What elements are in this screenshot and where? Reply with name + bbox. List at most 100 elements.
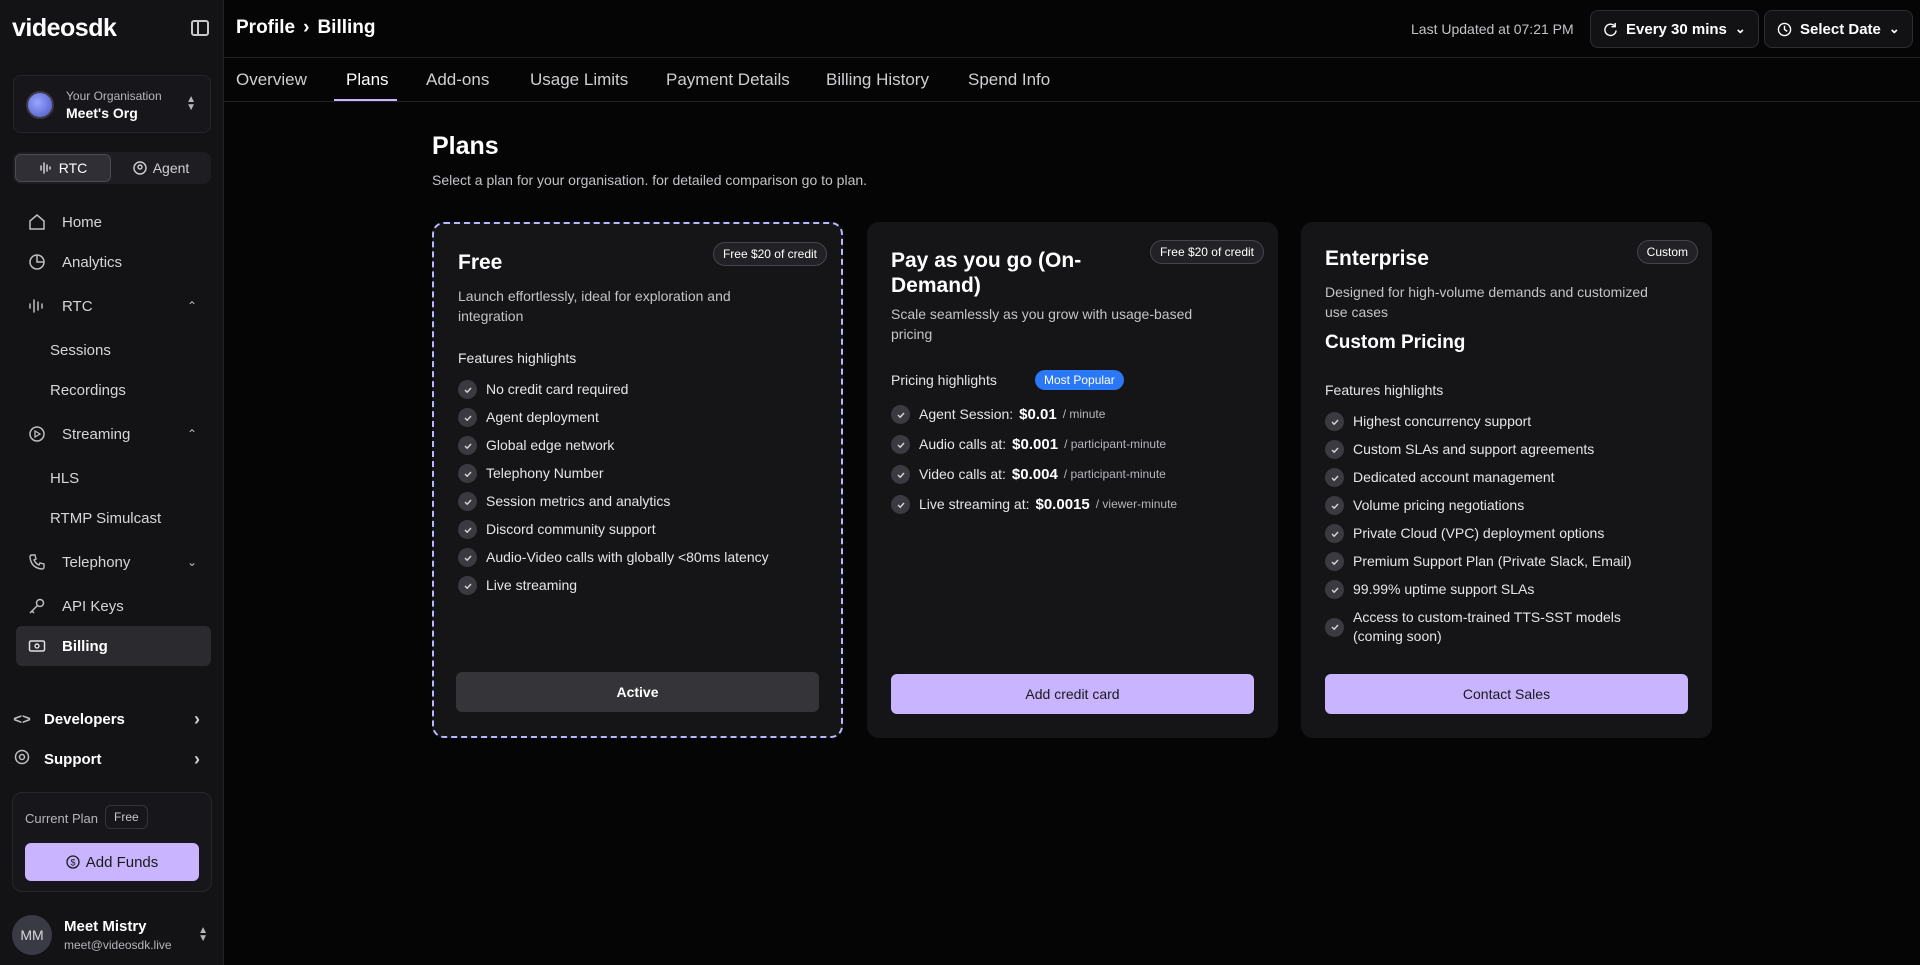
user-menu[interactable]: MM Meet Mistry meet@videosdk.live ▲▼	[12, 913, 212, 957]
logo: videosdk	[12, 14, 116, 43]
sidebar-item-label: Analytics	[62, 254, 122, 271]
add-funds-button[interactable]: $ Add Funds	[25, 843, 199, 881]
sidebar-section-label: Developers	[44, 711, 125, 728]
check-icon	[458, 492, 477, 511]
price-unit: / participant-minute	[1064, 435, 1166, 454]
feature-text: Audio-Video calls with globally <80ms la…	[486, 548, 769, 567]
org-switcher[interactable]: Your Organisation Meet's Org ▲▼	[13, 75, 211, 133]
active-plan-button[interactable]: Active	[456, 672, 819, 712]
list-item: Private Cloud (VPC) deployment options	[1325, 524, 1695, 543]
sidebar-item-hls[interactable]: HLS	[36, 458, 211, 498]
check-icon	[1325, 496, 1344, 515]
current-plan-badge: Free	[105, 805, 148, 829]
svg-text:$: $	[70, 858, 75, 868]
sidebar-item-label: Recordings	[36, 382, 126, 399]
price-label: Video calls at:	[919, 465, 1006, 484]
price-unit: / viewer-minute	[1096, 495, 1177, 514]
list-item: Access to custom-trained TTS-SST models …	[1325, 608, 1695, 646]
contact-sales-button[interactable]: Contact Sales	[1325, 674, 1688, 714]
features-list: No credit card required Agent deployment…	[458, 380, 828, 604]
select-date-dropdown[interactable]: Select Date ⌄	[1764, 10, 1913, 48]
list-item: Video calls at: $0.004 / participant-minut…	[891, 465, 1261, 484]
check-icon	[458, 464, 477, 483]
feature-text: Dedicated account management	[1353, 468, 1555, 487]
list-item: Premium Support Plan (Private Slack, Ema…	[1325, 552, 1695, 571]
tab-plans[interactable]: Plans	[346, 70, 389, 90]
tab-usage-limits[interactable]: Usage Limits	[530, 70, 628, 90]
feature-text: Global edge network	[486, 436, 614, 455]
check-icon	[891, 465, 910, 484]
sidebar-section-developers[interactable]: <> Developers ›	[12, 701, 212, 737]
list-item: 99.99% uptime support SLAs	[1325, 580, 1695, 599]
sidebar-item-analytics[interactable]: Analytics	[16, 242, 211, 282]
page-title: Plans	[432, 132, 499, 161]
feature-text: Premium Support Plan (Private Slack, Ema…	[1353, 552, 1632, 571]
check-icon	[891, 435, 910, 454]
billing-tabs: Overview Plans Add-ons Usage Limits Paym…	[224, 58, 1920, 102]
breadcrumb: Profile › Billing	[236, 17, 376, 39]
check-icon	[1325, 412, 1344, 431]
sidebar-item-streaming[interactable]: Streaming ⌃	[16, 414, 211, 454]
avatar: MM	[12, 915, 52, 955]
sidebar: videosdk Your Organisation Meet's Org ▲▼…	[0, 0, 224, 965]
sidebar-item-recordings[interactable]: Recordings	[36, 370, 211, 410]
sidebar-item-sessions[interactable]: Sessions	[36, 330, 211, 370]
pricing-list: Agent Session:$0.01/ minute Audio calls …	[891, 405, 1261, 525]
top-header: Profile › Billing Last Updated at 07:21 …	[224, 0, 1920, 58]
sidebar-section-label: Support	[44, 751, 102, 768]
mode-agent-button[interactable]: Agent	[113, 154, 209, 182]
select-date-label: Select Date	[1800, 21, 1881, 38]
user-email: meet@videosdk.live	[64, 938, 172, 952]
sidebar-item-billing[interactable]: Billing	[16, 626, 211, 666]
sidebar-item-home[interactable]: Home	[16, 202, 211, 242]
tab-billing-history[interactable]: Billing History	[826, 70, 929, 90]
list-item: Audio-Video calls with globally <80ms la…	[458, 548, 828, 567]
mode-rtc-button[interactable]: RTC	[15, 154, 111, 182]
sidebar-item-telephony[interactable]: Telephony ⌄	[16, 542, 211, 582]
feature-text: Discord community support	[486, 520, 656, 539]
feature-text: Custom SLAs and support agreements	[1353, 440, 1594, 459]
chevron-up-icon: ⌃	[187, 299, 197, 313]
sidebar-item-rtc[interactable]: RTC ⌃	[16, 286, 211, 326]
sidebar-item-rtmp-simulcast[interactable]: RTMP Simulcast	[36, 498, 211, 538]
play-circle-icon	[26, 423, 48, 445]
price-value: $0.004	[1012, 465, 1058, 484]
pie-chart-icon	[26, 251, 48, 273]
breadcrumb-parent[interactable]: Profile	[236, 17, 295, 39]
most-popular-badge: Most Popular	[1035, 370, 1124, 390]
plan-title: Enterprise	[1325, 246, 1429, 271]
chevron-right-icon: ›	[194, 709, 200, 730]
list-item: Live streaming at:$0.0015/ viewer-minute	[891, 495, 1261, 514]
key-icon	[26, 595, 48, 617]
add-funds-label: Add Funds	[86, 854, 159, 871]
feature-text: Agent deployment	[486, 408, 599, 427]
feature-text: Private Cloud (VPC) deployment options	[1353, 524, 1604, 543]
billing-icon	[26, 635, 48, 657]
refresh-interval-dropdown[interactable]: Every 30 mins ⌄	[1590, 10, 1759, 48]
price-value: $0.001	[1012, 435, 1058, 454]
chevron-updown-icon: ▲▼	[186, 96, 196, 112]
tab-add-ons[interactable]: Add-ons	[426, 70, 489, 90]
sidebar-item-label: API Keys	[62, 598, 124, 615]
org-name: Meet's Org	[66, 105, 138, 121]
tab-overview[interactable]: Overview	[236, 70, 307, 90]
chevron-down-icon: ⌄	[187, 555, 197, 569]
home-icon	[26, 211, 48, 233]
check-icon	[458, 380, 477, 399]
features-list: Highest concurrency support Custom SLAs …	[1325, 412, 1695, 655]
dollar-circle-icon: $	[66, 855, 80, 869]
lifebuoy-icon	[12, 749, 32, 769]
list-item: Session metrics and analytics	[458, 492, 828, 511]
phone-icon	[26, 551, 48, 573]
price-unit: / participant-minute	[1064, 465, 1166, 484]
current-plan-label: Current Plan	[25, 811, 98, 826]
active-tab-indicator	[334, 99, 397, 101]
add-credit-card-button[interactable]: Add credit card	[891, 674, 1254, 714]
org-avatar	[26, 91, 54, 119]
tab-spend-info[interactable]: Spend Info	[968, 70, 1050, 90]
sidebar-item-api-keys[interactable]: API Keys	[16, 586, 211, 626]
mode-agent-label: Agent	[153, 160, 190, 176]
sidebar-section-support[interactable]: Support ›	[12, 741, 212, 777]
sidebar-collapse-icon[interactable]	[191, 20, 209, 36]
tab-payment-details[interactable]: Payment Details	[666, 70, 790, 90]
